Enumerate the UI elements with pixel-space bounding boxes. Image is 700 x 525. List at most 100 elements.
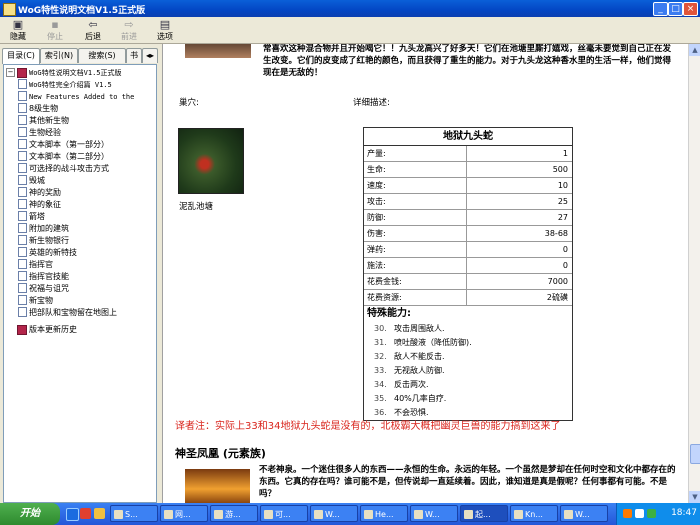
taskbar-button[interactable]: W... xyxy=(310,505,358,522)
ability-item: 35. 40%几率自疗. xyxy=(374,394,447,403)
app-icon xyxy=(164,510,173,519)
stat-row: 花费资源: 2硫磺 xyxy=(364,290,572,306)
taskbar-button[interactable]: 可... xyxy=(260,505,308,522)
tree-item[interactable]: 祝福与诅咒 xyxy=(18,282,69,294)
tree-item[interactable]: New Features Added to the xyxy=(18,90,134,102)
ability-item: 33. 无视敌人防御. xyxy=(374,366,445,375)
tree-item[interactable]: 新宝物 xyxy=(18,294,53,306)
intro-text: 常喜欢这种混合物并且开始喝它！！九头龙高兴了好多天！它们在池塘里厮打嬉戏，丝毫未… xyxy=(263,44,672,78)
tab-index[interactable]: 索引(N) xyxy=(40,48,78,63)
tree-item[interactable]: 箭塔 xyxy=(18,210,45,222)
tab-scroll-arrows[interactable]: ◂▸ xyxy=(142,48,158,63)
tree-item[interactable]: WoG特性完全介绍篇 V1.5 xyxy=(18,78,112,90)
lair-name: 泥乱池塘 xyxy=(179,202,214,212)
hydra-image-top xyxy=(185,44,251,58)
back-button[interactable]: ⇦ 后退 xyxy=(78,19,108,42)
quicklaunch-folder-icon[interactable] xyxy=(94,508,105,519)
stat-row: 弹药: 0 xyxy=(364,242,572,258)
page-icon xyxy=(18,282,27,293)
maximize-button[interactable]: □ xyxy=(668,2,683,16)
page-icon xyxy=(18,162,27,173)
stat-row: 防御: 27 xyxy=(364,210,572,226)
minimize-button[interactable]: _ xyxy=(653,2,668,16)
page-icon xyxy=(18,150,27,161)
page-icon xyxy=(18,258,27,269)
tree-item[interactable]: 把部队和宝物留在地图上 xyxy=(18,306,117,318)
page-icon xyxy=(18,138,27,149)
stop-button[interactable]: ▪ 停止 xyxy=(40,18,70,42)
start-button[interactable]: 开始 xyxy=(0,503,60,525)
stat-rows: 产量: 1 生命: 500 速度: 10 攻击: 25 防御: 27 伤害: 38-68 弹药: 0 施法:… xyxy=(364,146,572,306)
stat-row: 施法: 0 xyxy=(364,258,572,274)
app-icon xyxy=(364,510,373,519)
taskbar-button[interactable]: He... xyxy=(360,505,408,522)
tree-item[interactable]: 文本脚本（第二部分） xyxy=(18,150,109,162)
abilities-title: 特殊能力: xyxy=(367,308,411,319)
taskbar: 开始 S... 网... 游... 可... W... He... W... 起... Kn..… xyxy=(0,503,700,525)
tray-icon[interactable] xyxy=(635,509,644,518)
stat-row: 生命: 500 xyxy=(364,162,572,178)
quicklaunch-ie-icon[interactable] xyxy=(66,508,79,521)
tab-contents[interactable]: 目录(C) xyxy=(2,48,40,64)
ability-item: 30. 攻击周围敌人. xyxy=(374,324,445,333)
tree-item[interactable]: 8级生物 xyxy=(18,102,58,114)
tree-item[interactable]: 神的奖励 xyxy=(18,186,61,198)
taskbar-button[interactable]: 网... xyxy=(160,505,208,522)
section-title: 神圣凤凰 (元素族) xyxy=(175,447,266,460)
page-icon xyxy=(18,198,27,209)
taskbar-button[interactable]: W... xyxy=(560,505,608,522)
forward-button[interactable]: ⇨ 前进 xyxy=(114,19,144,42)
page-icon xyxy=(18,234,27,245)
page-icon xyxy=(18,90,27,101)
taskbar-button[interactable]: 起... xyxy=(460,505,508,522)
creature-name: 地狱九头蛇 xyxy=(364,128,572,146)
phoenix-text: 不老神泉。一个迷住很多人的东西——永恒的生命。永远的年轻。一个虽然是梦却在任何时… xyxy=(259,465,676,499)
creature-stats-table: 地狱九头蛇 产量: 1 生命: 500 速度: 10 攻击: 25 防御: 27 伤害: 38-68 弹… xyxy=(363,127,573,421)
stat-row: 攻击: 25 xyxy=(364,194,572,210)
tab-search[interactable]: 搜索(S) xyxy=(78,48,126,63)
tree-item[interactable]: 可选择的战斗攻击方式 xyxy=(18,162,109,174)
tree-item[interactable]: 指挥官技能 xyxy=(18,270,69,282)
taskbar-button[interactable]: Kn... xyxy=(510,505,558,522)
tree-item[interactable]: 神的象征 xyxy=(18,198,61,210)
tab-favorites[interactable]: 书 xyxy=(126,48,142,63)
options-button[interactable]: ▤ 选项 xyxy=(150,19,180,42)
contents-tree[interactable]: − WoG特性说明文档V1.5正式版 WoG特性完全介绍篇 V1.5 New Fea… xyxy=(3,64,157,503)
taskbar-button[interactable]: W... xyxy=(410,505,458,522)
page-icon xyxy=(18,306,27,317)
ability-item: 32. 敌人不能反击. xyxy=(374,352,445,361)
tray-icon[interactable] xyxy=(623,509,632,518)
lair-image xyxy=(178,128,244,194)
scroll-down-icon[interactable]: ▼ xyxy=(689,491,700,503)
tree-item[interactable]: 其他新生物 xyxy=(18,114,69,126)
tray-icon[interactable] xyxy=(647,509,656,518)
book-icon xyxy=(17,67,27,78)
stop-icon: ▪ xyxy=(51,18,59,31)
scroll-thumb[interactable] xyxy=(690,444,700,464)
taskbar-button[interactable]: 游... xyxy=(210,505,258,522)
tree-item[interactable]: 英雄的新特技 xyxy=(18,246,77,258)
tree-item[interactable]: 附加的建筑 xyxy=(18,222,69,234)
app-icon xyxy=(214,510,223,519)
tree-item-version-history[interactable]: 版本更新历史 xyxy=(6,324,77,335)
tree-item[interactable]: 毁城 xyxy=(18,174,45,186)
window-title: WoG特性说明文档V1.5正式版 xyxy=(18,6,146,16)
page-icon xyxy=(18,246,27,257)
close-button[interactable]: × xyxy=(683,2,698,16)
collapse-icon[interactable]: − xyxy=(6,68,15,77)
page-icon xyxy=(18,210,27,221)
toolbar: ▣ 隐藏 ▪ 停止 ⇦ 后退 ⇨ 前进 ▤ 选项 xyxy=(0,17,700,44)
tree-item[interactable]: 指挥官 xyxy=(18,258,53,270)
scroll-up-icon[interactable]: ▲ xyxy=(689,44,700,56)
page-icon xyxy=(18,78,27,89)
tree-item[interactable]: 生物经验 xyxy=(18,126,61,138)
page-icon xyxy=(18,186,27,197)
taskbar-button[interactable]: S... xyxy=(110,505,158,522)
app-icon xyxy=(464,510,473,519)
tree-item[interactable]: 文本脚本（第一部分） xyxy=(18,138,109,150)
content-scrollbar[interactable]: ▲ ▼ xyxy=(688,44,700,503)
hide-button[interactable]: ▣ 隐藏 xyxy=(3,19,33,42)
tree-root[interactable]: − WoG特性说明文档V1.5正式版 xyxy=(6,67,122,78)
quicklaunch-app-icon[interactable] xyxy=(80,508,91,519)
tree-item[interactable]: 新生物银行 xyxy=(18,234,69,246)
